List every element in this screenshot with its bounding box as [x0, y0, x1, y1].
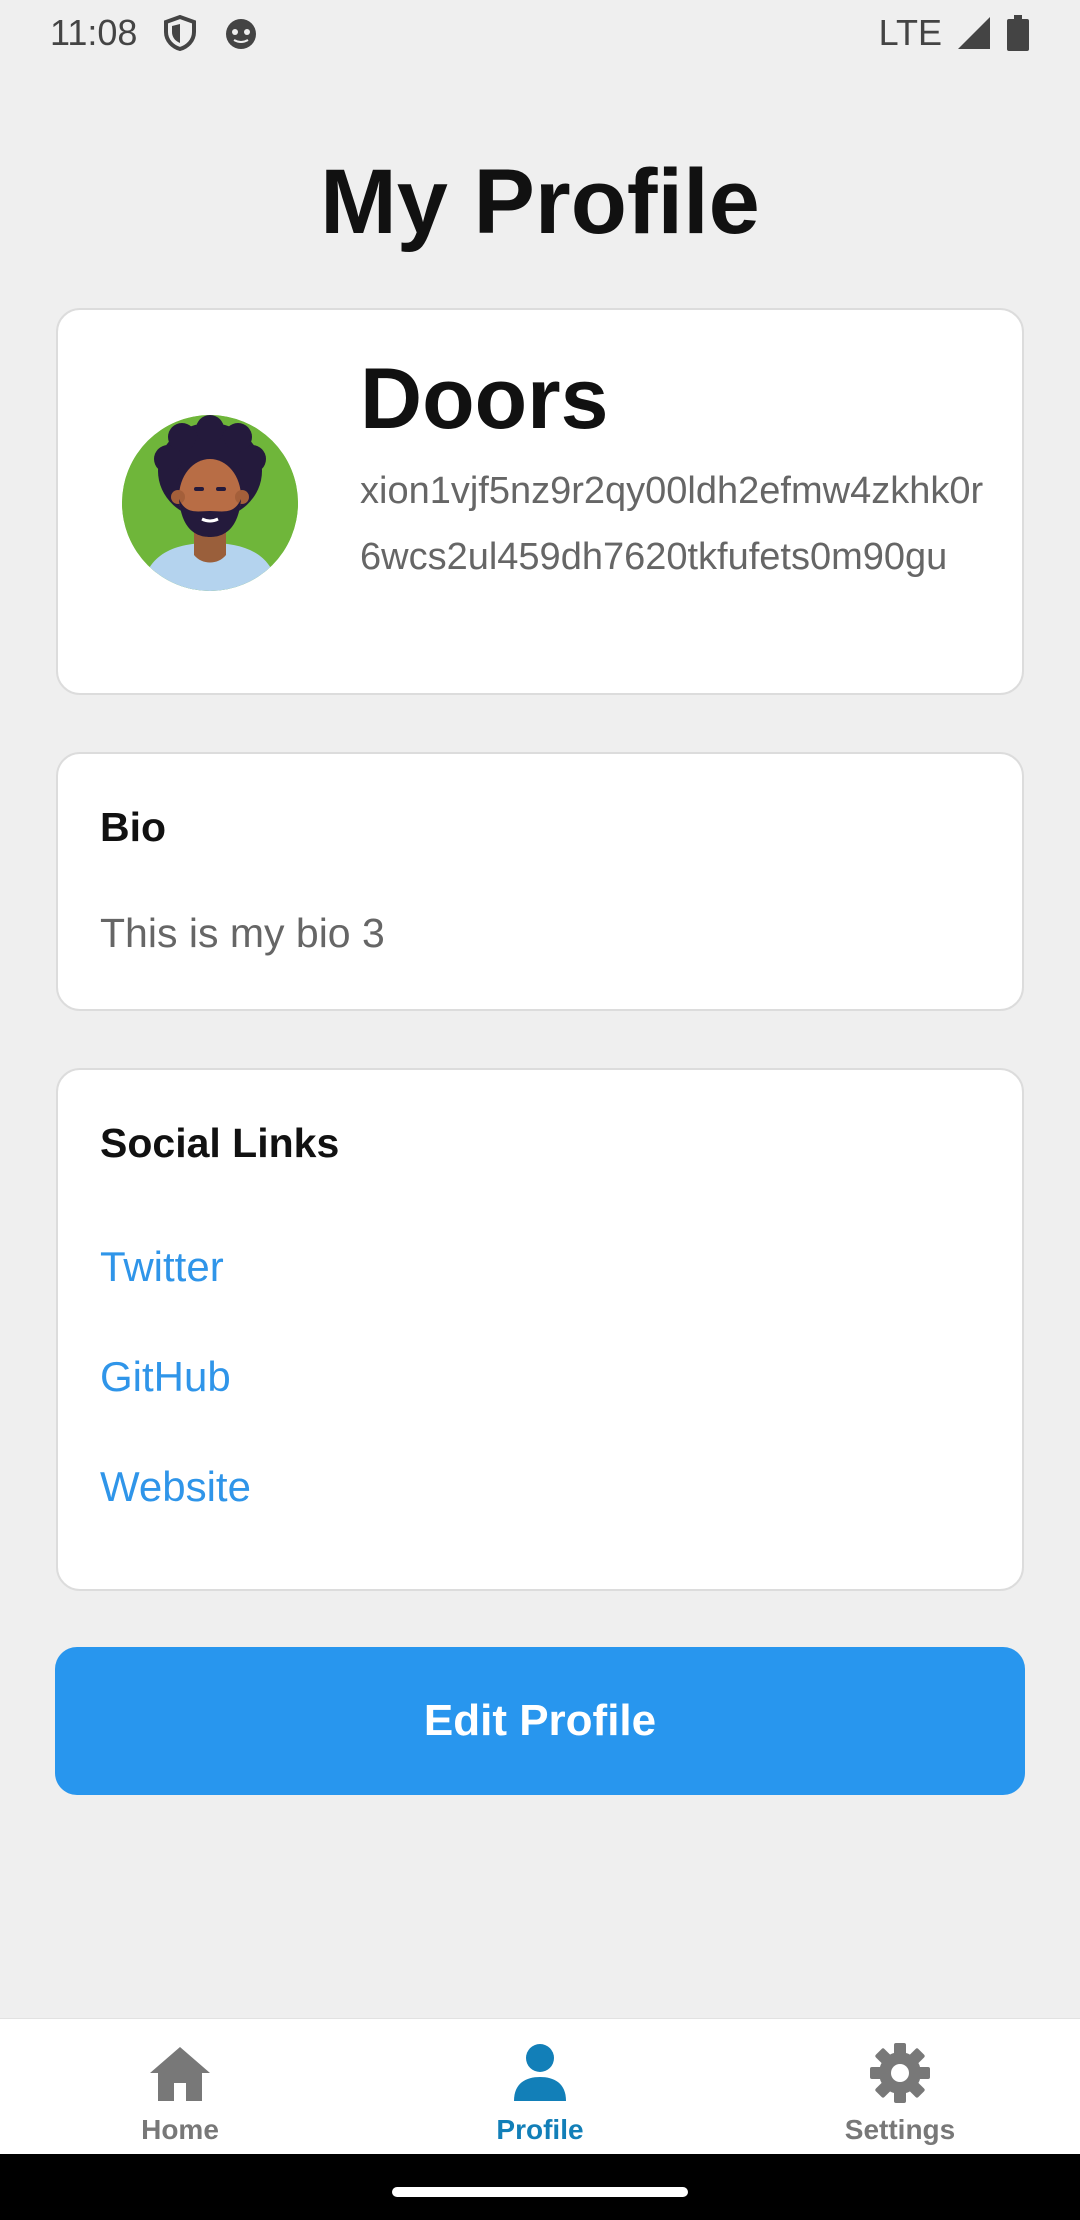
avatar: [122, 415, 298, 591]
status-time: 11:08: [50, 12, 138, 53]
profile-card: Doors xion1vjf5nz9r2qy00ldh2efmw4zkhk0r6…: [56, 308, 1024, 695]
wallet-address: xion1vjf5nz9r2qy00ldh2efmw4zkhk0r6wcs2ul…: [360, 470, 984, 578]
home-icon: [148, 2043, 212, 2108]
signal-icon: [956, 15, 992, 51]
nav-item-settings[interactable]: Settings: [720, 2019, 1080, 2155]
bio-heading: Bio: [100, 804, 167, 850]
bio-card: Bio This is my bio 3: [56, 752, 1024, 1011]
status-right: LTE: [879, 12, 1030, 54]
home-indicator[interactable]: [392, 2187, 688, 2197]
social-links-heading: Social Links: [100, 1120, 340, 1166]
nav-label-settings: Settings: [844, 2114, 956, 2145]
nav-item-profile[interactable]: Profile: [360, 2019, 720, 2155]
person-icon: [508, 2043, 572, 2108]
network-type: LTE: [878, 12, 942, 53]
nav-label-profile: Profile: [496, 2114, 584, 2145]
page-title: My Profile: [320, 151, 760, 253]
shield-icon: [163, 15, 197, 51]
status-left: 11:08: [50, 12, 259, 54]
bio-text: This is my bio 3: [100, 910, 385, 956]
edit-profile-button[interactable]: Edit Profile: [55, 1647, 1025, 1795]
twitter-link[interactable]: Twitter: [100, 1243, 224, 1291]
nav-item-home[interactable]: Home: [0, 2019, 360, 2155]
face-icon: [223, 15, 259, 51]
social-links-card: Social Links Twitter GitHub Website: [56, 1068, 1024, 1591]
bottom-nav: Home Profile Settings: [0, 2018, 1080, 2155]
nav-label-home: Home: [141, 2114, 219, 2145]
status-bar: 11:08 LTE: [0, 0, 1080, 66]
github-link[interactable]: GitHub: [100, 1353, 231, 1401]
website-link[interactable]: Website: [100, 1463, 251, 1511]
profile-name: Doors: [360, 351, 609, 447]
battery-icon: [1006, 15, 1030, 51]
gear-icon: [868, 2043, 932, 2108]
